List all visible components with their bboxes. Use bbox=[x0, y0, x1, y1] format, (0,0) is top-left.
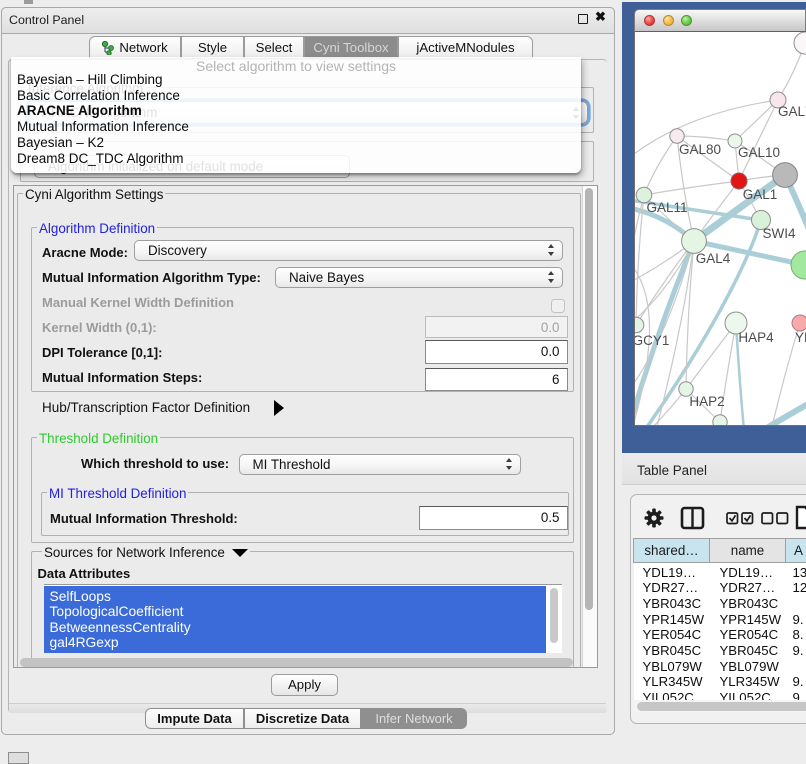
svg-text:HAP2: HAP2 bbox=[689, 394, 724, 409]
svg-text:HAP4: HAP4 bbox=[738, 330, 774, 345]
svg-text:SWI4: SWI4 bbox=[762, 226, 795, 241]
svg-text:GAL10: GAL10 bbox=[738, 145, 780, 160]
svg-text:GAL1: GAL1 bbox=[743, 187, 778, 202]
svg-text:GAL11: GAL11 bbox=[646, 200, 687, 215]
svg-text:GAL4: GAL4 bbox=[696, 251, 731, 266]
svg-text:GAL7: GAL7 bbox=[778, 104, 806, 119]
svg-text:YB: YB bbox=[795, 330, 806, 345]
svg-text:GCY1: GCY1 bbox=[635, 333, 669, 348]
svg-text:GAL80: GAL80 bbox=[679, 142, 721, 157]
